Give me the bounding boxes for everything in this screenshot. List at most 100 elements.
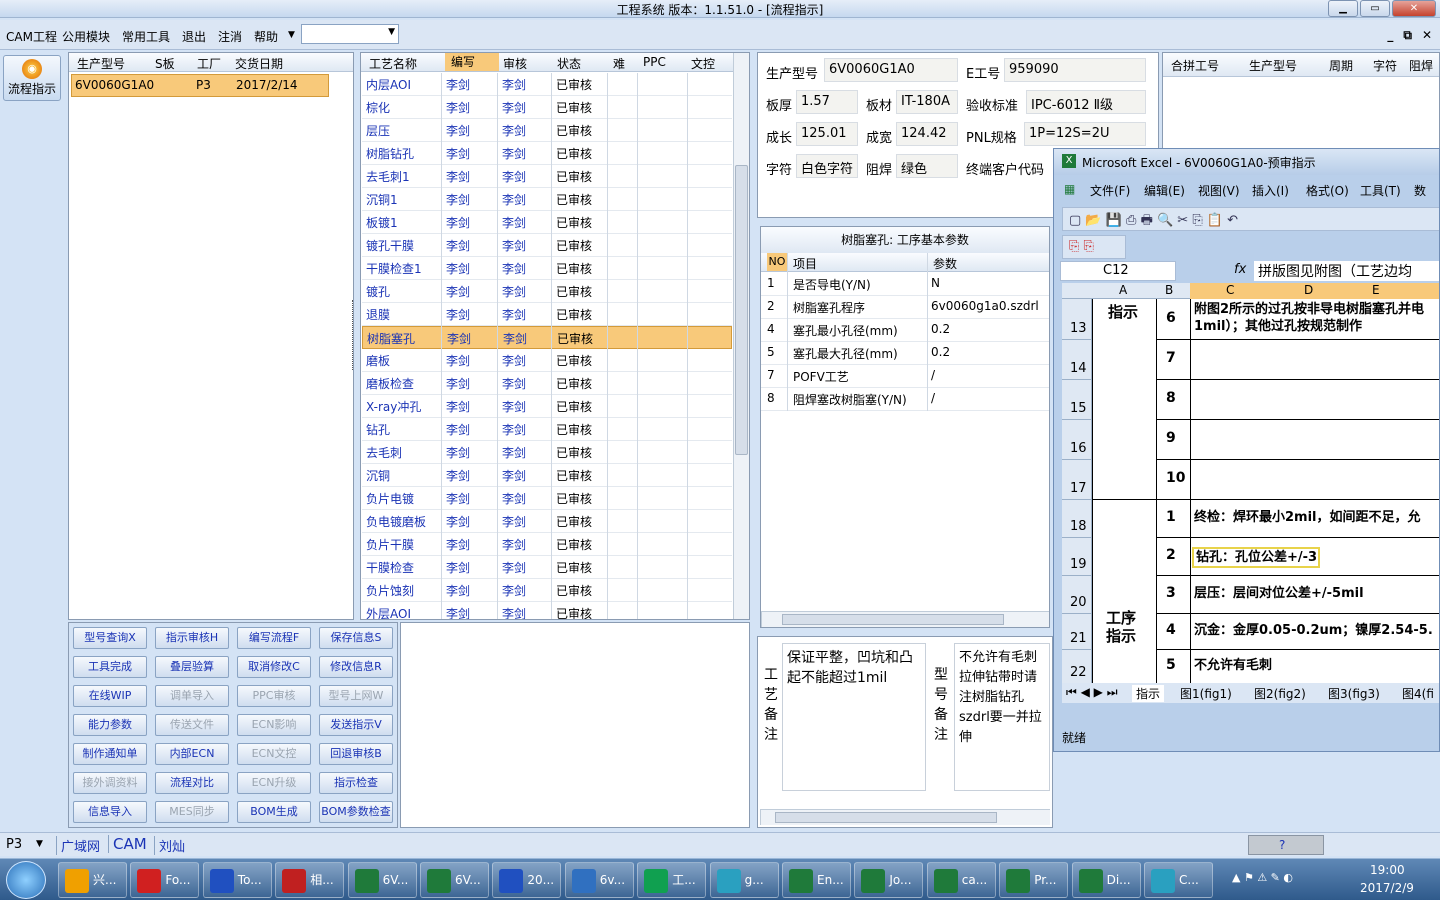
row-number[interactable]: 19 [1070, 557, 1087, 572]
action-button[interactable]: MES同步 [155, 801, 229, 823]
taskbar-button[interactable]: ca... [926, 862, 996, 898]
sheet-tab[interactable]: 指示 [1132, 685, 1165, 702]
process-row[interactable]: 沉铜1 李剑 李剑 已审核 [362, 188, 732, 211]
param-row[interactable]: 4 塞孔最小孔径(mm) 0.2 [761, 319, 1049, 342]
excel-menu-item[interactable]: 工具(T) [1360, 182, 1401, 199]
excel-menu-item[interactable]: 文件(F) [1090, 182, 1130, 199]
excel-menu-item[interactable]: 数 [1414, 182, 1426, 199]
process-row[interactable]: 干膜检查1 李剑 李剑 已审核 [362, 257, 732, 280]
taskbar-button[interactable]: Pr... [999, 862, 1069, 898]
col-writer[interactable]: 编写 [445, 53, 499, 71]
menu-logout[interactable]: 注消 [218, 28, 242, 45]
value-eno[interactable]: 959090 [1004, 58, 1146, 82]
menu-cam[interactable]: CAM工程 [6, 28, 57, 45]
process-row[interactable]: 负片蚀刻 李剑 李剑 已审核 [362, 579, 732, 602]
excel-c-cell[interactable]: 不允许有毛刺 [1194, 657, 1439, 674]
process-row[interactable]: 镀孔 李剑 李剑 已审核 [362, 280, 732, 303]
col-merge-mask[interactable]: 阻焊 [1409, 57, 1433, 74]
taskbar-button[interactable]: 相... [275, 862, 345, 898]
menu-tools[interactable]: 常用工具 [122, 28, 170, 45]
value-length[interactable]: 125.01 [796, 122, 858, 146]
col-a[interactable]: A [1119, 283, 1127, 297]
name-box[interactable]: C12 [1060, 261, 1176, 281]
taskbar-button[interactable]: 6V... [420, 862, 489, 898]
action-button[interactable]: 型号查询X [73, 627, 147, 649]
excel-c-cell[interactable]: 钻孔：孔位公差+/-3mil [1192, 547, 1320, 568]
excel-b-cell[interactable]: 2 [1166, 547, 1176, 563]
taskbar-button[interactable]: To... [202, 862, 272, 898]
row-number[interactable]: 22 [1070, 665, 1087, 680]
col-ppc[interactable]: PPC [643, 55, 666, 69]
process-row[interactable]: 外层AOI 李剑 李剑 已审核 [362, 602, 732, 619]
row-number[interactable]: 16 [1070, 441, 1087, 456]
notes-hscrollbar[interactable] [760, 809, 1050, 825]
taskbar-button[interactable]: 工... [637, 862, 707, 898]
action-button[interactable]: 发送指示V [319, 714, 393, 736]
action-button[interactable]: 信息导入 [73, 801, 147, 823]
action-button[interactable]: BOM参数检查 [319, 801, 393, 823]
value-mask[interactable]: 绿色 [896, 154, 958, 178]
row-number[interactable]: 15 [1070, 401, 1087, 416]
chevron-down-icon[interactable]: ▼ [36, 839, 43, 849]
taskbar-button[interactable]: Di... [1071, 862, 1141, 898]
process-row[interactable]: 棕化 李剑 李剑 已审核 [362, 96, 732, 119]
value-pnl[interactable]: 1P=12S=2U [1024, 122, 1146, 146]
pdf-icon[interactable]: ⎘ ⎘ [1069, 239, 1094, 254]
excel-menu-item[interactable]: 视图(V) [1198, 182, 1240, 199]
process-row[interactable]: 负电镀磨板 李剑 李剑 已审核 [362, 510, 732, 533]
taskbar-button[interactable]: C... [1144, 862, 1213, 898]
process-row[interactable]: 内层AOI 李剑 李剑 已审核 [362, 73, 732, 96]
clock-date[interactable]: 2017/2/9 [1360, 881, 1414, 895]
maximize-button[interactable]: ▭ [1360, 0, 1390, 17]
mdi-minimize-icon[interactable]: _ [1387, 28, 1393, 43]
action-button[interactable]: 回退审核B [319, 743, 393, 765]
row-number[interactable]: 13 [1070, 321, 1087, 336]
excel-b-cell[interactable]: 3 [1166, 585, 1176, 601]
action-button[interactable]: 在线WIP [73, 685, 147, 707]
col-c[interactable]: C [1226, 283, 1234, 297]
start-button[interactable] [6, 861, 46, 899]
excel-c-cell[interactable]: 终检：焊环最小2mil，如间距不足，允 [1194, 509, 1439, 526]
taskbar-button[interactable]: Fo... [130, 862, 200, 898]
params-hscrollbar[interactable] [761, 611, 1049, 627]
process-row[interactable]: 磨板检查 李剑 李剑 已审核 [362, 372, 732, 395]
excel-menu-item[interactable]: 插入(I) [1252, 182, 1289, 199]
value-model[interactable]: 6V0060G1A0 [824, 58, 958, 82]
col-sboard[interactable]: S板 [155, 55, 175, 72]
param-row[interactable]: 1 是否导电(Y/N) N [761, 273, 1049, 296]
excel-menu-item[interactable]: 编辑(E) [1144, 182, 1185, 199]
excel-b-cell[interactable]: 5 [1166, 657, 1176, 673]
excel-b-cell[interactable]: 10 [1166, 470, 1185, 486]
process-row[interactable]: 树脂钻孔 李剑 李剑 已审核 [362, 142, 732, 165]
scroll-thumb[interactable] [735, 165, 748, 455]
col-doc[interactable]: 文控 [691, 55, 715, 72]
process-row[interactable]: 负片干膜 李剑 李剑 已审核 [362, 533, 732, 556]
flow-button[interactable]: ◉ 流程指示 [3, 55, 61, 101]
help-icon[interactable]: ? [1279, 838, 1285, 852]
menu-more-icon[interactable]: ▼ [288, 30, 295, 40]
excel-a-label-2[interactable]: 工序指示 [1106, 609, 1142, 645]
action-button[interactable]: 传送文件 [155, 714, 229, 736]
function-icon[interactable]: fx [1234, 262, 1246, 277]
process-row[interactable]: 去毛刺1 李剑 李剑 已审核 [362, 165, 732, 188]
action-button[interactable]: 接外调资料 [73, 772, 147, 794]
taskbar-button[interactable]: g... [709, 862, 779, 898]
process-row[interactable]: 板镀1 李剑 李剑 已审核 [362, 211, 732, 234]
action-button[interactable]: 修改信息R [319, 656, 393, 678]
action-button[interactable]: 制作通知单 [73, 743, 147, 765]
minimize-button[interactable]: ▁ [1328, 0, 1358, 17]
excel-menu-item[interactable]: 格式(O) [1306, 182, 1349, 199]
menu-common[interactable]: 公用模块 [62, 28, 110, 45]
param-row[interactable]: 7 POFV工艺 / [761, 365, 1049, 388]
row-number[interactable]: 14 [1070, 361, 1087, 376]
excel-c-cell[interactable]: 沉金：金厚0.05-0.2um；镍厚2.54-5. [1194, 622, 1439, 639]
param-row[interactable]: 8 阻焊塞改树脂塞(Y/N) / [761, 388, 1049, 411]
splitter-handle[interactable] [352, 300, 358, 370]
col-model[interactable]: 生产型号 [77, 55, 125, 72]
action-button[interactable]: PPC审核 [237, 685, 311, 707]
tray-icons[interactable]: ▲ ⚑ ⚠ ✎ ◐ [1232, 871, 1293, 884]
excel-c-cell[interactable]: 层压：层间对位公差+/-5mil [1194, 585, 1439, 602]
col-process-name[interactable]: 工艺名称 [369, 55, 417, 72]
col-factory[interactable]: 工厂 [197, 55, 221, 72]
action-button[interactable]: 调单导入 [155, 685, 229, 707]
